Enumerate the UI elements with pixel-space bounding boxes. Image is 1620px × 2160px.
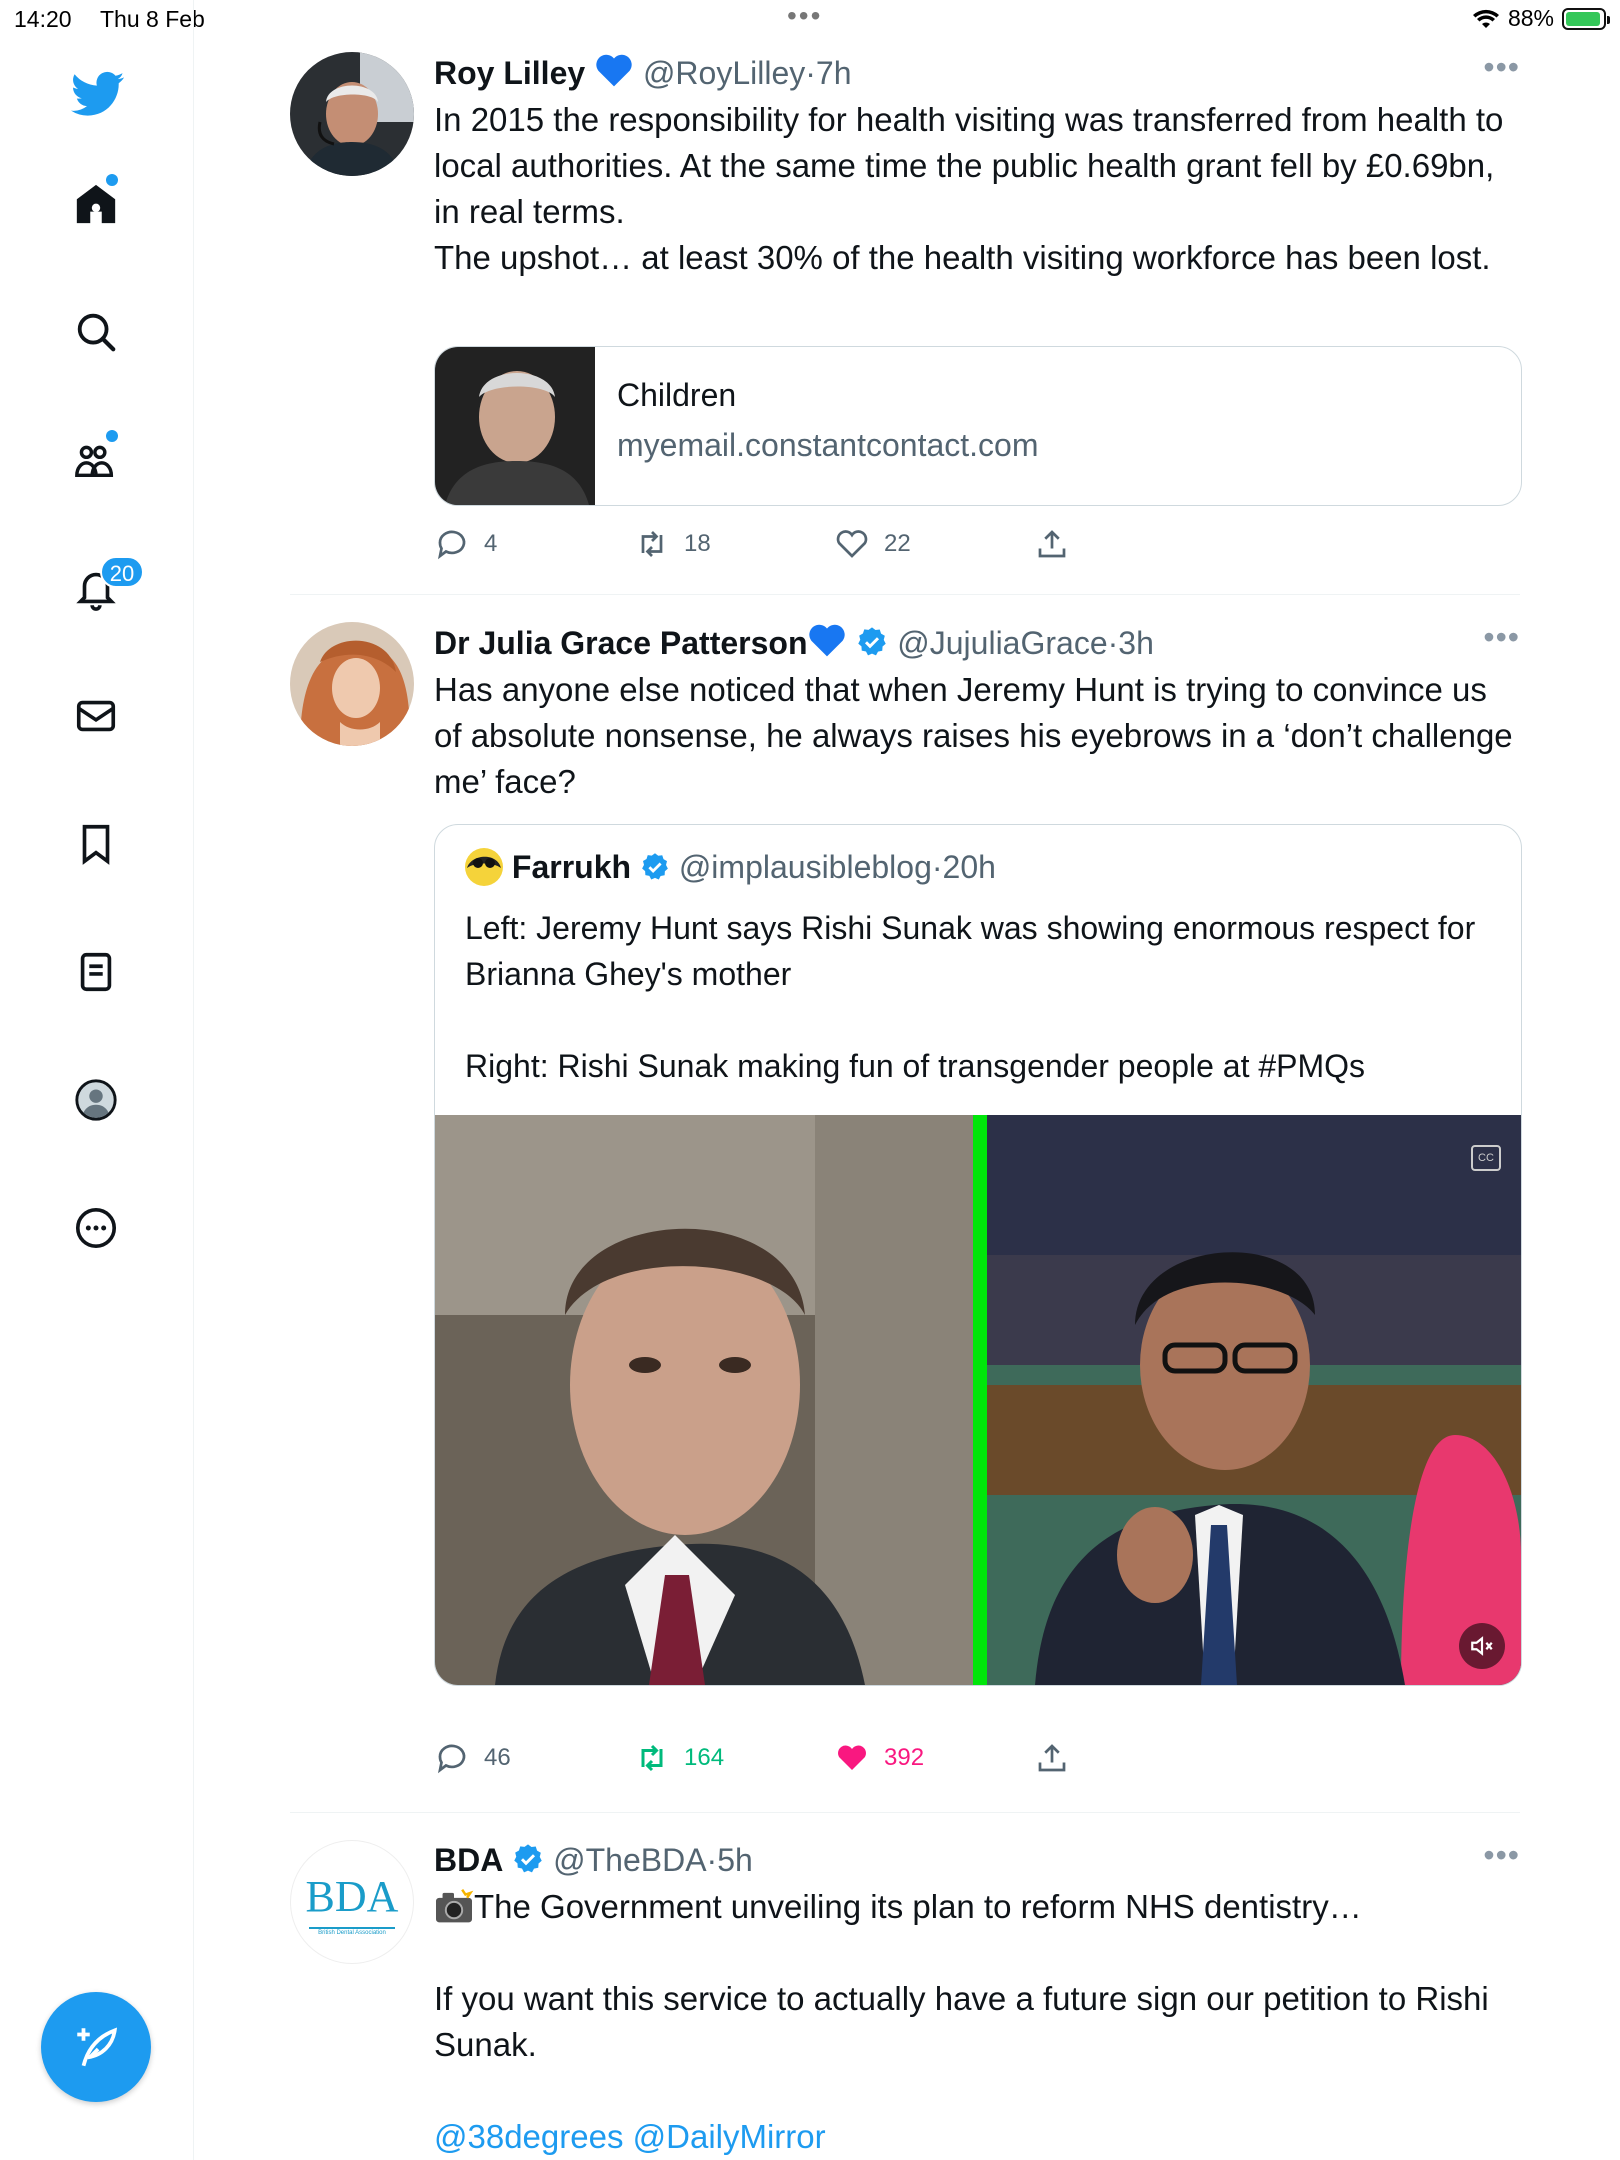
- feather-plus-icon: [77, 2027, 118, 2067]
- tweet-header: BDA @TheBDA·5h: [434, 1842, 753, 1878]
- reply-button[interactable]: 4: [434, 526, 497, 562]
- profile-avatar-icon[interactable]: [70, 1074, 122, 1126]
- tweet-time[interactable]: 5h: [717, 1842, 753, 1878]
- tweet-text: Has anyone else noticed that when Jeremy…: [434, 671, 1522, 800]
- author-name[interactable]: Roy Lilley: [434, 55, 585, 91]
- retweet-count: 164: [684, 1744, 725, 1771]
- blue-heart-emoji-icon: [809, 624, 846, 657]
- like-button[interactable]: 392: [834, 1740, 924, 1776]
- share-button[interactable]: [1034, 1740, 1070, 1776]
- communities-icon[interactable]: [70, 434, 122, 486]
- like-count: 392: [884, 1744, 925, 1771]
- retweet-icon: [641, 531, 663, 557]
- heart-filled-icon: [838, 1745, 866, 1770]
- lists-icon[interactable]: [70, 946, 122, 998]
- bda-logo-rule: [309, 1927, 395, 1929]
- battery-icon: [1562, 7, 1610, 30]
- author-name[interactable]: BDA: [434, 1842, 503, 1878]
- tweet-mentions[interactable]: @38degrees @DailyMirror: [434, 2114, 1520, 2160]
- author-handle[interactable]: @TheBDA: [553, 1842, 706, 1878]
- tweet-julia-grace-patterson[interactable]: Dr Julia Grace Patterson @JujuliaGrace·3…: [290, 621, 1522, 1792]
- tweet-more-icon[interactable]: •••: [1483, 1839, 1520, 1871]
- compose-tweet-button[interactable]: [41, 1992, 151, 2102]
- reply-icon: [437, 530, 466, 560]
- messages-envelope-icon[interactable]: [70, 690, 122, 742]
- multitasking-dots-icon[interactable]: •••: [787, 2, 822, 30]
- link-card-domain: myemail.constantcontact.com: [617, 427, 1039, 463]
- quoted-tweet-header: Farrukh @implausibleblog·20h: [465, 847, 996, 887]
- blue-heart-emoji-icon: [596, 54, 632, 87]
- heart-icon: [836, 530, 868, 558]
- reply-button[interactable]: 46: [434, 1740, 511, 1776]
- twitter-logo-icon[interactable]: [68, 64, 128, 124]
- bookmark-icon[interactable]: [70, 818, 122, 870]
- tweet-header: Dr Julia Grace Patterson @JujuliaGrace·3…: [434, 622, 1520, 663]
- reply-icon: [437, 1744, 466, 1774]
- bda-logo-text: BDA: [305, 1872, 399, 1921]
- verified-badge-icon: [514, 1844, 542, 1873]
- avatar[interactable]: [290, 52, 414, 176]
- tweet-time[interactable]: 7h: [816, 55, 852, 91]
- tweet-text: The Government unveiling its plan to ref…: [434, 1884, 1520, 2160]
- like-count: 22: [884, 530, 911, 557]
- tweet-time[interactable]: 3h: [1118, 625, 1154, 661]
- share-button[interactable]: [1034, 526, 1070, 562]
- author-name[interactable]: Dr Julia Grace Patterson: [434, 625, 807, 661]
- tweet-header: Roy Lilley @RoyLilley·7h: [434, 52, 1520, 93]
- status-indicators: 88%: [1472, 5, 1610, 32]
- home-icon[interactable]: [70, 178, 122, 230]
- communities-unread-dot: [106, 430, 118, 442]
- tweet-more-icon[interactable]: •••: [1483, 621, 1520, 653]
- link-preview-card[interactable]: Children myemail.constantcontact.com: [434, 346, 1522, 506]
- battery-percent: 88%: [1507, 5, 1554, 31]
- tweet-roy-lilley[interactable]: Roy Lilley @RoyLilley·7h ••• In 2015 the…: [290, 51, 1522, 572]
- tweet-bda[interactable]: BDA British Dental Association BDA @TheB…: [290, 1839, 1520, 2160]
- share-icon: [1038, 1744, 1066, 1772]
- wifi-icon: [1472, 9, 1499, 28]
- tweet-divider: [290, 1812, 1520, 1813]
- quoted-author-name[interactable]: Farrukh: [512, 849, 631, 885]
- quoted-tweet-text: Left: Jeremy Hunt says Rishi Sunak was s…: [465, 910, 1476, 1084]
- home-unread-dot: [106, 174, 118, 186]
- quoted-author-handle[interactable]: @implausibleblog: [679, 849, 932, 885]
- notifications-badge: 20: [100, 556, 144, 588]
- retweet-icon: [641, 1744, 663, 1772]
- quoted-tweet-video[interactable]: CC: [435, 1115, 1521, 1685]
- author-handle[interactable]: @RoyLilley: [643, 55, 805, 91]
- avatar[interactable]: BDA British Dental Association: [290, 1840, 414, 1964]
- quoted-tweet-card[interactable]: Farrukh @implausibleblog·20h Left: Jerem…: [434, 824, 1522, 1686]
- status-bar: 14:20 Thu 8 Feb ••• 88%: [0, 0, 1620, 40]
- like-button[interactable]: 22: [834, 526, 911, 562]
- share-icon: [1038, 530, 1066, 558]
- quoted-author-avatar[interactable]: [465, 848, 503, 886]
- tweet-text: In 2015 the responsibility for health vi…: [434, 101, 1504, 276]
- author-handle[interactable]: @JujuliaGrace: [897, 625, 1107, 661]
- verified-badge-icon: [858, 627, 887, 656]
- link-card-thumbnail: [435, 347, 595, 505]
- tweet-divider: [290, 594, 1520, 595]
- captions-icon[interactable]: CC: [1471, 1145, 1501, 1171]
- tweet-text-line1: The Government unveiling its plan to ref…: [474, 1888, 1362, 1925]
- bda-logo-subtext: British Dental Association: [318, 1930, 386, 1936]
- reply-count: 4: [484, 530, 498, 557]
- reply-count: 46: [484, 1744, 511, 1771]
- tweet-actions: 4 18 22: [434, 526, 1134, 566]
- search-icon[interactable]: [70, 306, 122, 358]
- sidebar-nav: 20: [0, 0, 194, 2160]
- retweet-count: 18: [684, 530, 711, 557]
- more-options-circle-icon[interactable]: [70, 1202, 122, 1254]
- tweet-actions: 46 164 392: [434, 1740, 1134, 1780]
- retweet-button[interactable]: 18: [634, 526, 711, 562]
- retweet-button[interactable]: 164: [634, 1740, 724, 1776]
- avatar[interactable]: [290, 622, 414, 746]
- link-card-title: Children: [617, 377, 737, 413]
- mute-icon[interactable]: [1459, 1623, 1505, 1669]
- tweet-text-line2: If you want this service to actually hav…: [434, 1980, 1489, 2063]
- quoted-tweet-time[interactable]: 20h: [943, 849, 996, 885]
- camera-flash-emoji-icon: [436, 1888, 474, 1923]
- tweet-more-icon[interactable]: •••: [1483, 51, 1520, 83]
- verified-badge-icon: [642, 853, 668, 880]
